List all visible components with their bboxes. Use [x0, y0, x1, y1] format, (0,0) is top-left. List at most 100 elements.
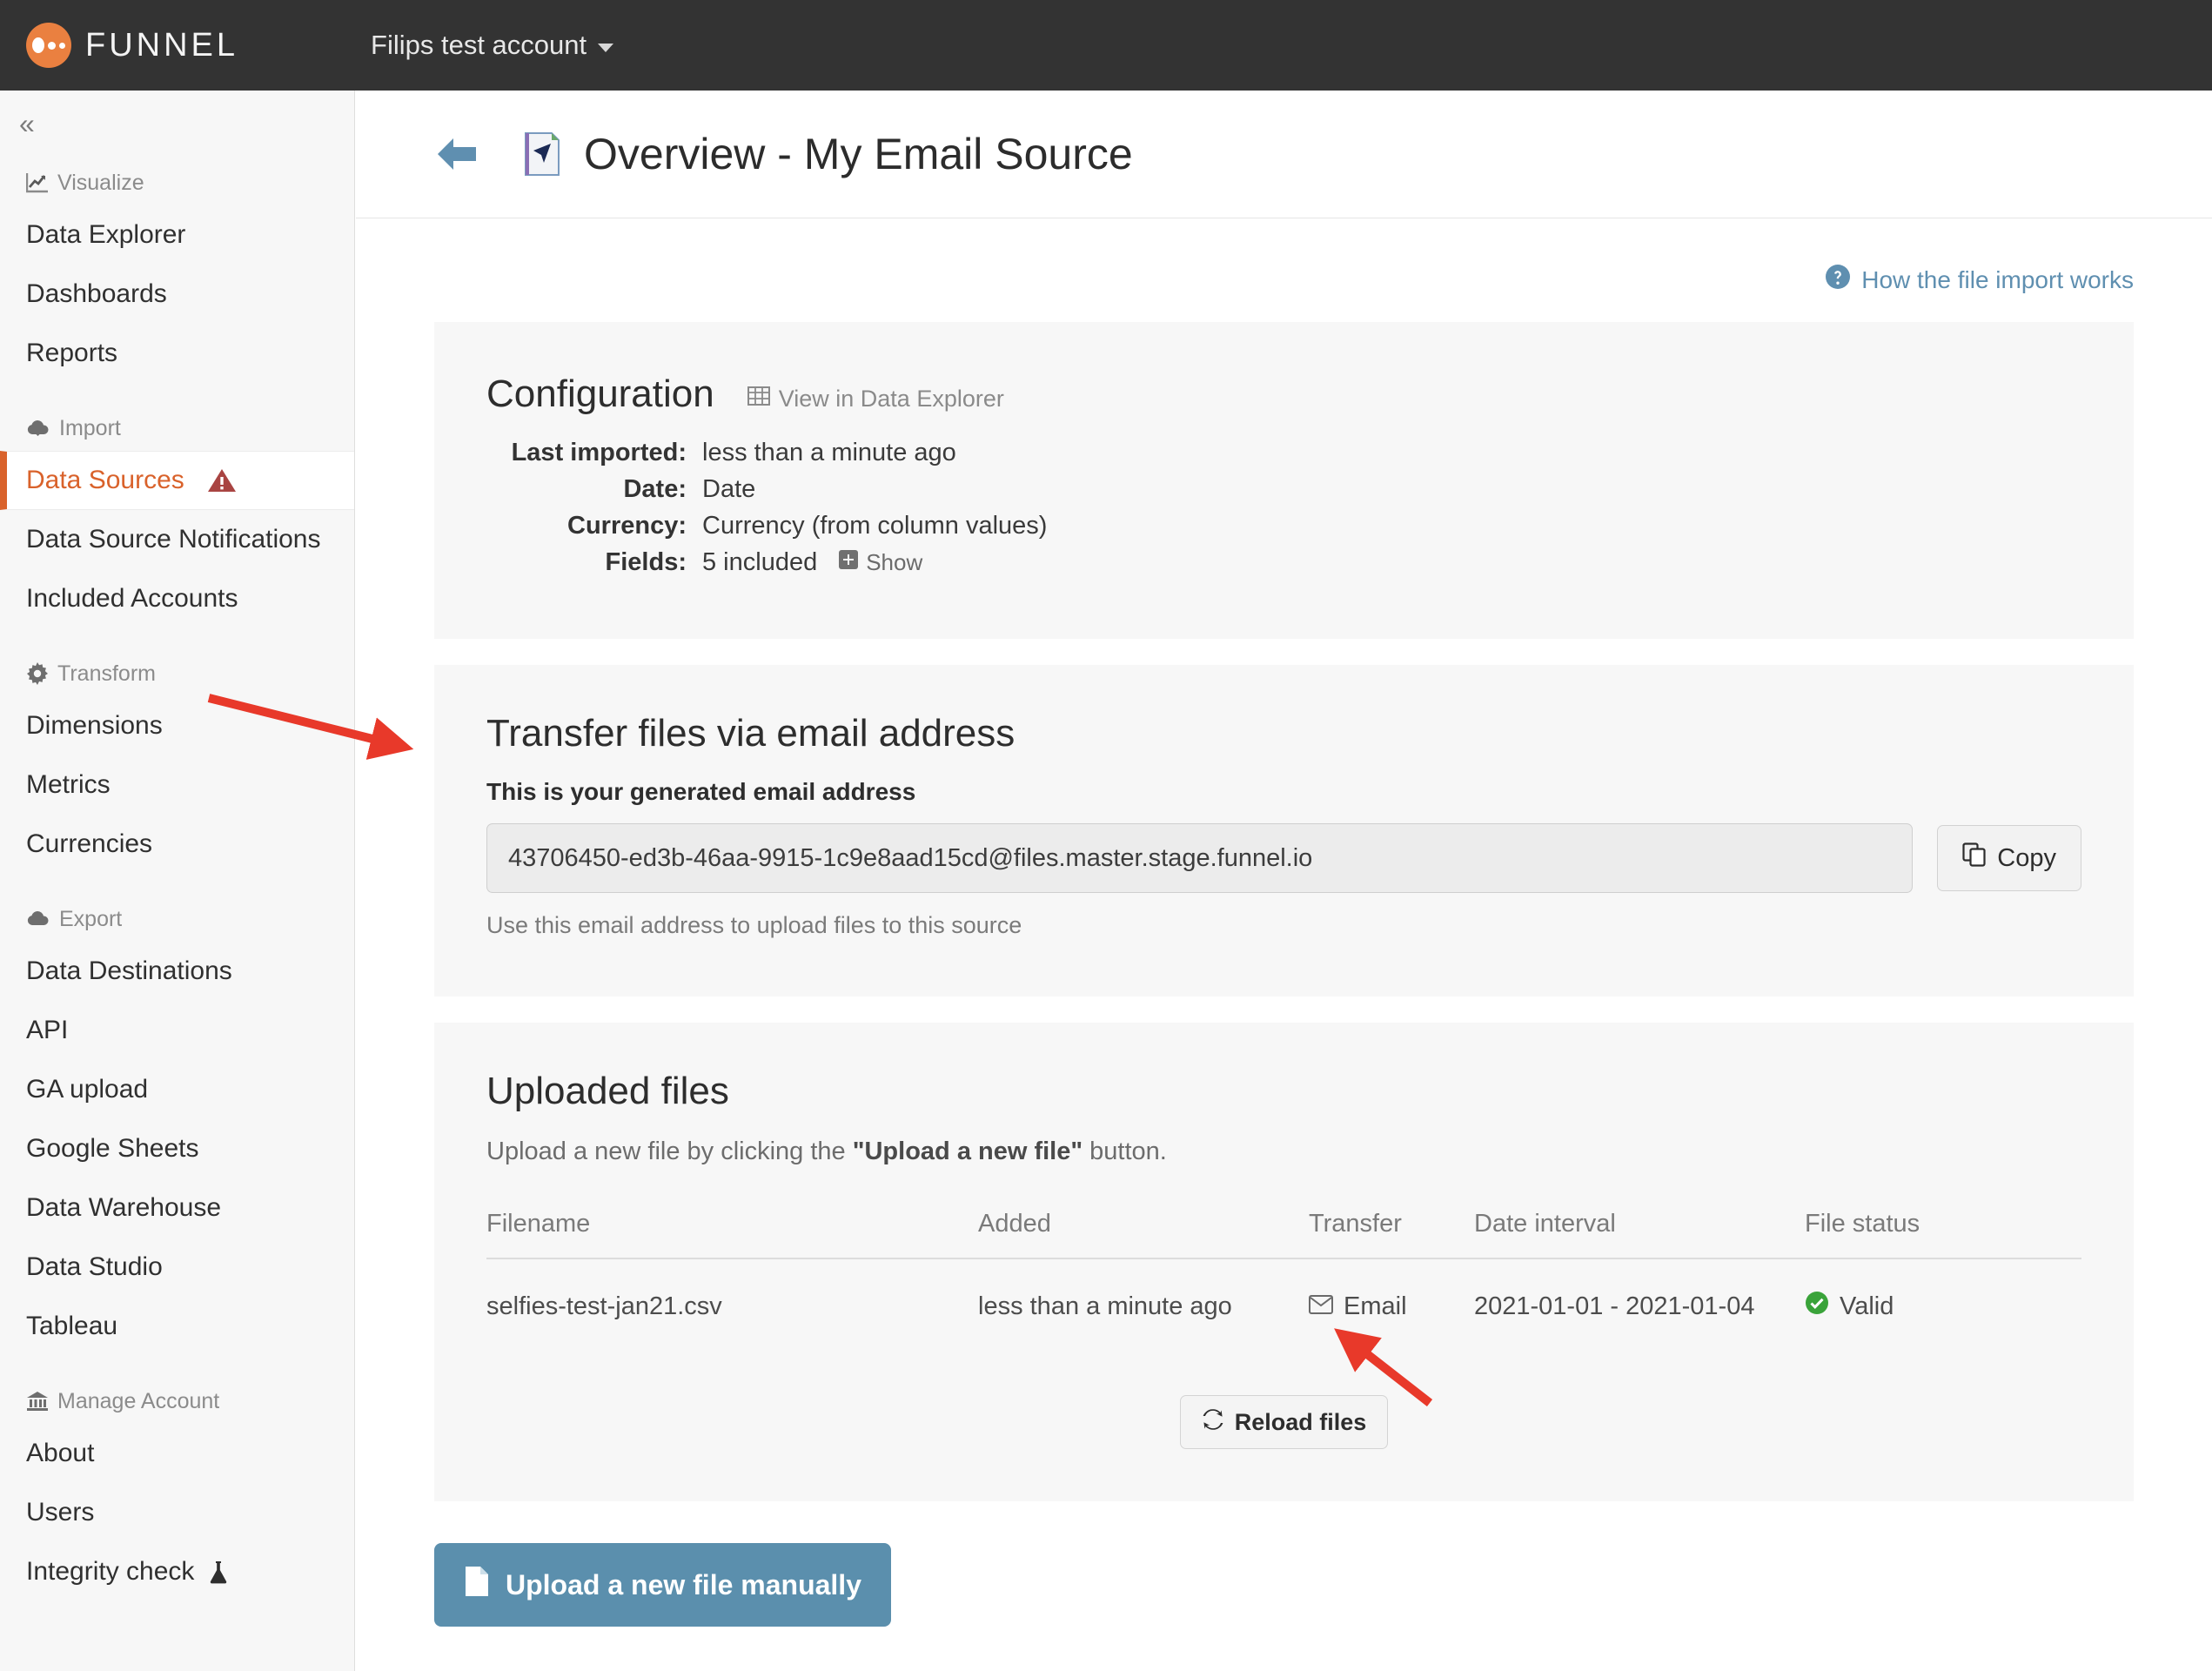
sidebar-item-data-warehouse[interactable]: Data Warehouse	[0, 1178, 354, 1238]
refresh-icon	[1202, 1408, 1224, 1437]
sidebar-item-users[interactable]: Users	[0, 1483, 354, 1542]
sidebar-item-api[interactable]: API	[0, 1001, 354, 1060]
column-header-transfer: Transfer	[1309, 1198, 1474, 1258]
sidebar-item-label: Data Explorer	[26, 220, 185, 250]
account-switcher[interactable]: Filips test account	[371, 30, 613, 61]
sidebar-item-tableau[interactable]: Tableau	[0, 1297, 354, 1356]
flask-icon	[208, 1560, 229, 1584]
email-input-row: Copy	[486, 823, 2081, 893]
arrow-left-icon[interactable]	[434, 135, 479, 173]
sidebar-item-label: GA upload	[26, 1075, 148, 1104]
config-row-date: Date: Date	[486, 475, 2081, 510]
transfer-title: Transfer files via email address	[486, 712, 2081, 755]
reload-files-button[interactable]: Reload files	[1180, 1395, 1389, 1449]
sidebar-item-label: Tableau	[26, 1312, 117, 1341]
envelope-icon	[1309, 1292, 1333, 1321]
how-file-import-works-link[interactable]: How the file import works	[434, 264, 2134, 296]
sidebar-item-data-destinations[interactable]: Data Destinations	[0, 942, 354, 1001]
content-area: How the file import works Configuration …	[356, 264, 2212, 1627]
table-header: Filename Added Transfer Date interval Fi…	[486, 1198, 2081, 1258]
sidebar-item-ga-upload[interactable]: GA upload	[0, 1060, 354, 1119]
cell-file-status: Valid	[1805, 1258, 2081, 1346]
sidebar-section-import: Import	[0, 406, 354, 451]
column-header-date-interval: Date interval	[1474, 1198, 1805, 1258]
config-value: less than a minute ago	[702, 439, 956, 467]
sidebar-section-label: Transform	[57, 661, 156, 687]
sidebar-section-label: Import	[59, 416, 121, 441]
sidebar-item-metrics[interactable]: Metrics	[0, 755, 354, 815]
generated-email-input[interactable]	[486, 823, 1913, 893]
sidebar-item-data-sources[interactable]: Data Sources	[0, 451, 354, 510]
config-key: Fields:	[486, 548, 702, 577]
main-content: Overview - My Email Source How the file …	[356, 91, 2212, 1671]
table-row[interactable]: selfies-test-jan21.csv less than a minut…	[486, 1258, 2081, 1346]
help-link-label: How the file import works	[1861, 266, 2134, 294]
page-title: Overview - My Email Source	[584, 129, 1133, 179]
copy-button[interactable]: Copy	[1937, 825, 2081, 891]
sidebar-item-label: About	[26, 1439, 94, 1468]
sidebar-item-currencies[interactable]: Currencies	[0, 815, 354, 874]
sidebar-item-data-source-notifications[interactable]: Data Source Notifications	[0, 510, 354, 569]
cloud-upload-icon	[26, 909, 50, 929]
cell-transfer-label: Email	[1344, 1292, 1407, 1321]
question-circle-icon	[1825, 264, 1851, 296]
sidebar-item-about[interactable]: About	[0, 1424, 354, 1483]
bank-icon	[26, 1391, 49, 1412]
sidebar-item-data-explorer[interactable]: Data Explorer	[0, 205, 354, 265]
sidebar-section-visualize: Visualize	[0, 160, 354, 205]
sidebar-section-transform: Transform	[0, 651, 354, 696]
upload-button-label: Upload a new file manually	[506, 1569, 861, 1601]
cell-transfer: Email	[1309, 1258, 1474, 1346]
show-fields-link[interactable]: Show	[838, 549, 922, 576]
sidebar-item-label: Metrics	[26, 770, 111, 800]
column-header-filename: Filename	[486, 1198, 978, 1258]
sidebar-item-included-accounts[interactable]: Included Accounts	[0, 569, 354, 628]
account-name: Filips test account	[371, 30, 587, 61]
config-key: Last imported:	[486, 439, 702, 467]
file-icon	[464, 1566, 490, 1604]
config-value: Date	[702, 475, 755, 504]
sidebar-item-label: Data Destinations	[26, 956, 232, 986]
cell-date-interval: 2021-01-01 - 2021-01-04	[1474, 1258, 1805, 1346]
config-row-currency: Currency: Currency (from column values)	[486, 512, 2081, 547]
page-header: Overview - My Email Source	[356, 91, 2212, 218]
sidebar-item-label: Data Source Notifications	[26, 525, 321, 554]
sidebar-collapse-button[interactable]: «	[0, 91, 52, 138]
sidebar-item-integrity-check[interactable]: Integrity check	[0, 1542, 354, 1601]
sidebar-item-label: Reports	[26, 339, 117, 368]
config-key: Currency:	[486, 512, 702, 540]
email-field-label: This is your generated email address	[486, 778, 2081, 806]
reload-files-row: Reload files	[486, 1395, 2081, 1449]
sidebar-item-google-sheets[interactable]: Google Sheets	[0, 1119, 354, 1178]
sidebar-item-dimensions[interactable]: Dimensions	[0, 696, 354, 755]
sidebar: « Visualize Data Explorer Dashboards Rep…	[0, 91, 355, 1671]
show-label: Show	[866, 549, 922, 576]
uploaded-files-title: Uploaded files	[486, 1070, 2081, 1113]
cell-filename: selfies-test-jan21.csv	[486, 1258, 978, 1346]
check-circle-icon	[1805, 1291, 1829, 1322]
sidebar-section-export: Export	[0, 896, 354, 942]
plus-square-icon	[838, 549, 859, 576]
uploaded-files-subtitle: Upload a new file by clicking the "Uploa…	[486, 1137, 2081, 1166]
config-row-fields: Fields: 5 included Show	[486, 548, 2081, 583]
sidebar-item-label: Data Warehouse	[26, 1193, 221, 1223]
sidebar-item-reports[interactable]: Reports	[0, 324, 354, 383]
app-root: FUNNEL Filips test account « Visualize D…	[0, 0, 2212, 1671]
upload-new-file-button[interactable]: Upload a new file manually	[434, 1543, 891, 1627]
sidebar-item-data-studio[interactable]: Data Studio	[0, 1238, 354, 1297]
configuration-header: Configuration View in Data Explorer	[486, 372, 2081, 416]
brand-logo[interactable]: FUNNEL	[26, 23, 238, 68]
sidebar-item-label: Data Sources	[26, 466, 184, 495]
transfer-files-panel: Transfer files via email address This is…	[434, 665, 2134, 997]
sidebar-item-label: Included Accounts	[26, 584, 238, 614]
email-source-icon	[523, 132, 561, 176]
configuration-panel: Configuration View in Data Explorer Last…	[434, 322, 2134, 639]
config-value: 5 included	[702, 548, 817, 577]
view-in-data-explorer-link[interactable]: View in Data Explorer	[747, 386, 1004, 413]
configuration-title: Configuration	[486, 372, 714, 416]
sidebar-section-label: Visualize	[57, 171, 144, 196]
chart-line-icon	[26, 172, 49, 193]
column-header-file-status: File status	[1805, 1198, 2081, 1258]
sidebar-item-label: Users	[26, 1498, 94, 1527]
sidebar-item-dashboards[interactable]: Dashboards	[0, 265, 354, 324]
